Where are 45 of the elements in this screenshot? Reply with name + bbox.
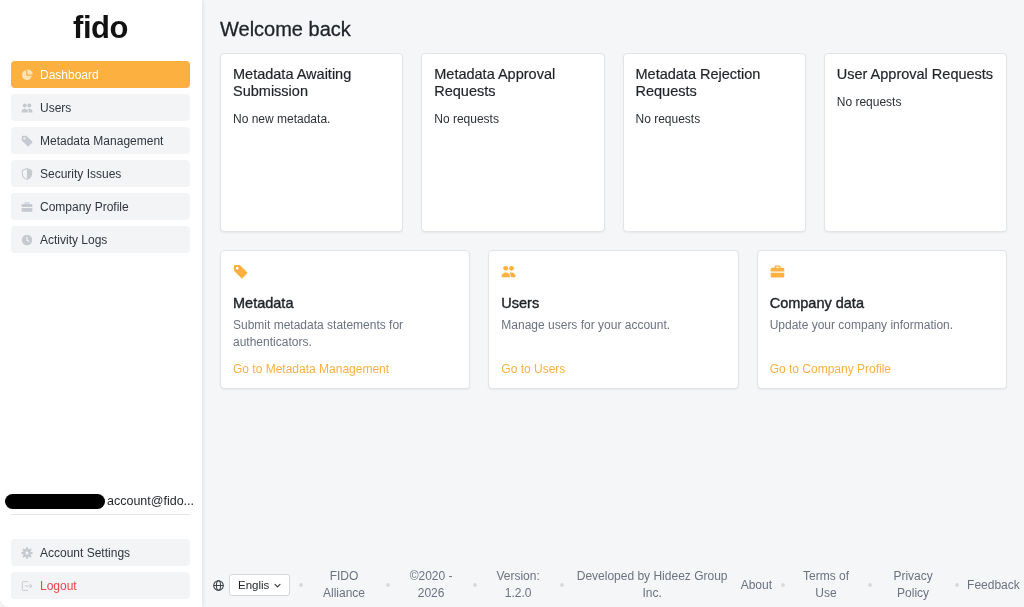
- account-email: account@fido...: [107, 494, 195, 508]
- footer-link[interactable]: Feedback: [967, 576, 1020, 594]
- sidebar-item[interactable]: Metadata Management: [11, 127, 190, 154]
- card-text: No requests: [836, 95, 903, 110]
- logout-button[interactable]: Logout: [11, 572, 190, 599]
- sidebar-item[interactable]: Security Issues: [11, 160, 190, 187]
- briefcase-icon: [769, 264, 785, 279]
- account-settings-button[interactable]: Account Settings: [11, 539, 190, 566]
- card-text: No requests: [434, 112, 500, 127]
- logout-icon: [21, 579, 33, 592]
- tag-icon: [21, 134, 33, 147]
- card-text: No requests: [635, 112, 702, 127]
- card-title: Users: [501, 294, 540, 312]
- footer-text: FIDO Alliance: [322, 568, 367, 602]
- footer-text: Version: 1.2.0: [495, 568, 541, 602]
- page-title: Welcome back: [220, 17, 352, 42]
- card-description: Update your company information.: [769, 317, 954, 334]
- sidebar-item[interactable]: Activity Logs: [11, 226, 190, 253]
- footer-text: Developed by Hideez Group Inc.: [575, 568, 729, 602]
- users-icon: [501, 264, 517, 279]
- card-title: Metadata Rejection Requests: [635, 66, 762, 100]
- briefcase-icon: [21, 200, 33, 213]
- app-logo: fido: [73, 10, 128, 46]
- card-title: Metadata Approval Requests: [434, 66, 557, 100]
- card-title: User Approval Requests: [836, 66, 994, 83]
- pie-chart-icon: [21, 68, 33, 81]
- gear-icon: [21, 546, 33, 559]
- sidebar-item[interactable]: Users: [11, 94, 190, 121]
- shield-icon: [21, 167, 33, 180]
- footer-link[interactable]: Terms of Use: [793, 568, 860, 602]
- card-description: Manage users for your account.: [501, 317, 671, 334]
- tag-icon: [233, 264, 248, 279]
- card-title: Company data: [769, 294, 864, 312]
- footer-link[interactable]: About: [740, 576, 772, 594]
- globe-icon: [213, 579, 224, 591]
- footer-link[interactable]: Privacy Policy: [880, 568, 947, 602]
- card-description: Submit metadata statements for authenticators.: [233, 317, 405, 351]
- sidebar-item[interactable]: Company Profile: [11, 193, 190, 220]
- card-title: Metadata Awaiting Submission: [233, 66, 353, 100]
- language-select[interactable]: Englis: [229, 574, 290, 596]
- card-title: Metadata: [233, 294, 294, 312]
- card-text: No new metadata.: [233, 112, 332, 127]
- users-icon: [21, 101, 33, 114]
- footer-text: ©2020 - 2026: [408, 568, 454, 602]
- clock-icon: [21, 233, 33, 246]
